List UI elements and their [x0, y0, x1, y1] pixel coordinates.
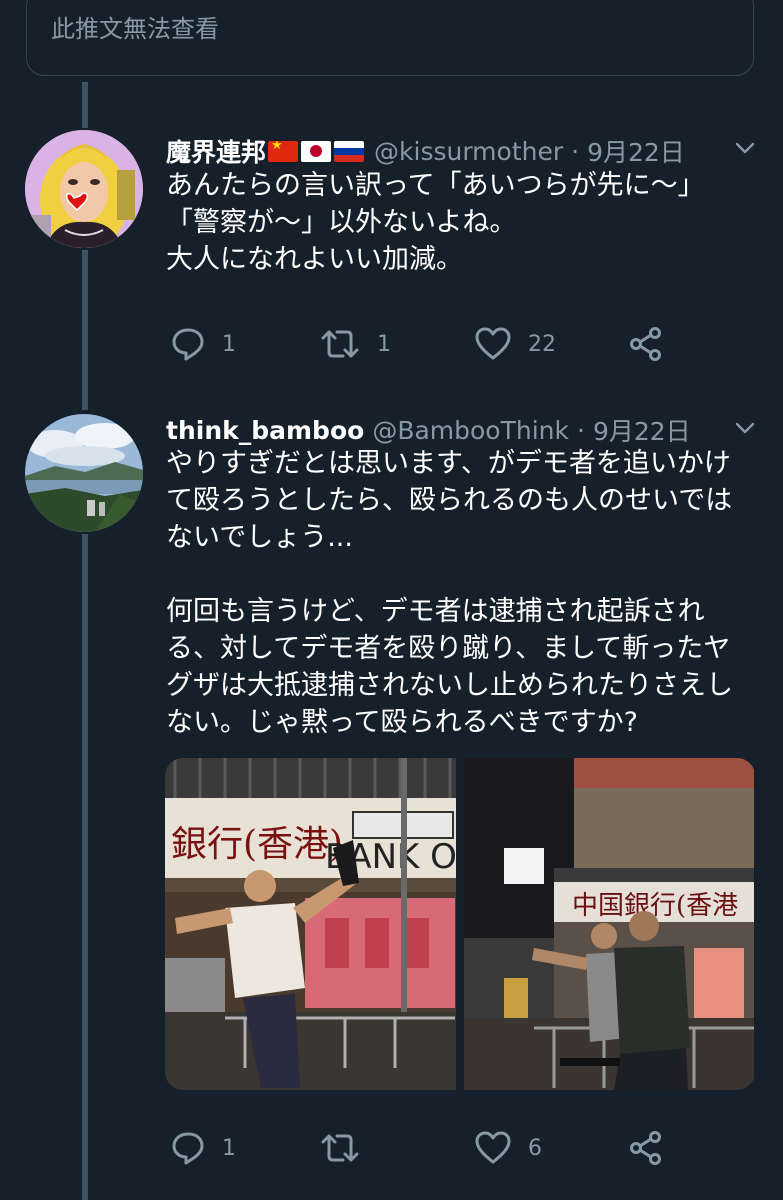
like-button[interactable]: 6: [474, 1130, 542, 1166]
separator: ·: [571, 136, 580, 166]
share-button[interactable]: [628, 326, 664, 362]
avatar[interactable]: [25, 130, 143, 248]
share-icon: [630, 1131, 661, 1165]
reply-icon: [172, 328, 204, 361]
chevron-down-icon[interactable]: [733, 416, 757, 440]
tweet-actions: 1 1 22: [166, 326, 746, 366]
russia-flag-icon: [334, 140, 365, 162]
flag-emojis: [268, 140, 365, 162]
separator: ·: [576, 415, 585, 445]
unavailable-tweet-card: 此推文無法查看: [26, 0, 754, 76]
retweet-icon: [321, 1134, 359, 1162]
share-button[interactable]: [628, 1130, 664, 1166]
reply-button[interactable]: 1: [170, 326, 236, 362]
media-photo-left[interactable]: 銀行(香港) BANK OF: [165, 758, 456, 1090]
tweet-header: 魔界連邦 @kissurmother · 9月22日: [166, 133, 685, 169]
retweet-icon: [321, 330, 359, 358]
handle[interactable]: @BambooThink: [372, 416, 569, 445]
like-icon: [475, 1131, 511, 1164]
reply-button[interactable]: 1: [170, 1130, 236, 1166]
reply-icon: [172, 1132, 204, 1165]
retweet-count: 1: [377, 331, 391, 357]
display-name[interactable]: 魔界連邦: [166, 133, 266, 169]
share-icon: [630, 327, 661, 361]
tweet-header: think_bamboo @BambooThink · 9月22日: [166, 412, 691, 448]
avatar[interactable]: [25, 414, 143, 532]
retweet-button[interactable]: 1: [319, 326, 391, 362]
thread-line-top: [82, 82, 88, 128]
like-count: 6: [528, 1135, 542, 1161]
media-gallery[interactable]: 銀行(香港) BANK OF: [165, 758, 755, 1090]
tweet-actions: 1 6: [166, 1130, 746, 1170]
reply-count: 1: [222, 331, 236, 357]
retweet-button[interactable]: [319, 1130, 377, 1166]
chevron-down-icon[interactable]: [733, 136, 757, 160]
thread-line-middle: [82, 250, 88, 410]
handle[interactable]: @kissurmother: [374, 137, 563, 166]
thread-line-bottom: [82, 534, 88, 1200]
japan-flag-icon: [301, 140, 332, 162]
bank-sign-text: 銀行(香港): [171, 824, 343, 865]
timestamp[interactable]: 9月22日: [593, 412, 691, 448]
tweet-text: あんたらの言い訳って「あいつらが先に〜」 「警察が〜」以外ないよね。 大人になれ…: [166, 170, 705, 275]
china-flag-icon: [268, 140, 299, 162]
like-icon: [475, 327, 511, 360]
like-button[interactable]: 22: [474, 326, 556, 362]
media-photo-right[interactable]: 中国銀行(香港: [464, 758, 755, 1090]
like-count: 22: [528, 331, 556, 357]
timestamp[interactable]: 9月22日: [587, 133, 685, 169]
tweet-text: やりすぎだとは思います、がデモ者を追いかけ て殴ろうとしたら、殴られるのも人のせ…: [166, 448, 733, 738]
unavailable-notice: 此推文無法查看: [51, 15, 219, 43]
reply-count: 1: [222, 1135, 236, 1161]
display-name[interactable]: think_bamboo: [166, 416, 364, 445]
